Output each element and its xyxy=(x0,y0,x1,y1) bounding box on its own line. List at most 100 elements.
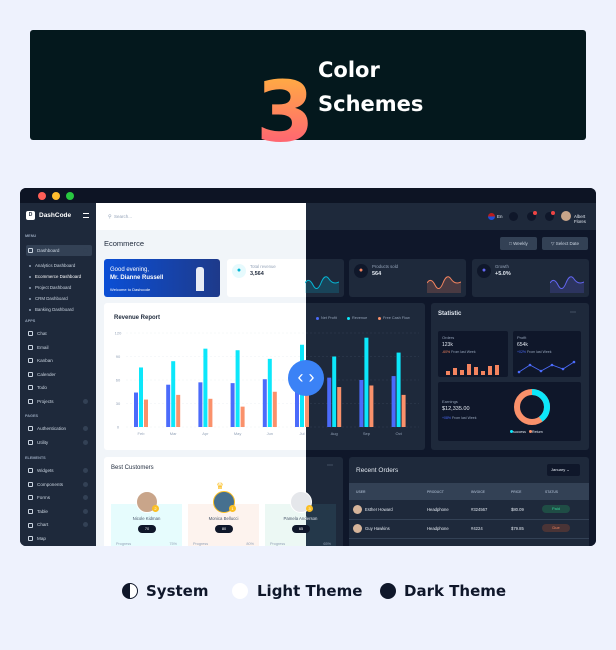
maximize-dot[interactable] xyxy=(66,192,74,200)
minimize-dot[interactable] xyxy=(52,192,60,200)
bar-net-profit-aug[interactable] xyxy=(327,377,332,427)
column-header[interactable]: INVOICE xyxy=(471,490,485,494)
sidebar-item-components[interactable]: Components xyxy=(26,479,92,490)
bar-net-profit-jun[interactable] xyxy=(262,379,267,427)
sidebar-item-forms[interactable]: Forms xyxy=(26,492,92,503)
bar-net-profit-sep[interactable] xyxy=(359,380,364,427)
sidebar-item-chart[interactable]: Chart xyxy=(26,519,92,530)
light-theme-icon[interactable] xyxy=(232,583,248,599)
dark-theme-icon[interactable] xyxy=(380,583,396,599)
progress-label: Progress xyxy=(116,542,132,546)
bar-revenue-apr[interactable] xyxy=(203,348,208,427)
select-date-button[interactable]: ▽ Select Date xyxy=(542,237,588,250)
sidebar-subitem[interactable]: Banking Dashboard xyxy=(29,307,74,312)
stat-card-products-sold: ● Products sold 564 xyxy=(349,259,466,297)
bar-net-profit-feb[interactable] xyxy=(134,392,138,427)
sidebar-item-utility[interactable]: Utility xyxy=(26,437,92,448)
stat-value: +5.0% xyxy=(495,271,511,277)
sidebar-item-todo[interactable]: Todo xyxy=(26,382,92,393)
sidebar-item-table[interactable]: Table xyxy=(26,506,92,517)
sidebar-item-authentication[interactable]: Authentication xyxy=(26,423,92,434)
column-header[interactable]: STATUS xyxy=(545,490,558,494)
system-theme-label[interactable]: System xyxy=(146,582,208,600)
weekly-button[interactable]: □ Weekly xyxy=(500,237,537,250)
bell-badge xyxy=(551,211,555,215)
bar-net-profit-may[interactable] xyxy=(230,383,235,427)
sidebar-item-map[interactable]: Map xyxy=(26,533,92,544)
profit-label: Profit xyxy=(517,335,527,340)
month-select[interactable]: January ⌄ xyxy=(547,464,580,476)
sidebar-item-calender[interactable]: Calender xyxy=(26,369,92,380)
sidebar-item-widgets[interactable]: Widgets xyxy=(26,465,92,476)
sidebar-subitem[interactable]: Project Dashboard xyxy=(29,285,71,290)
dark-theme-label[interactable]: Dark Theme xyxy=(404,582,506,600)
language-selector[interactable]: En xyxy=(497,214,503,219)
bar-net-profit-oct[interactable] xyxy=(391,376,396,427)
user-name[interactable]: Albert Flores xyxy=(574,214,596,224)
greeting-card: Good evening, Mr. Dianne Russell Welcome… xyxy=(104,259,220,297)
search-input[interactable]: Search... xyxy=(114,214,132,219)
sidebar-item-email[interactable]: Email xyxy=(26,342,92,353)
bar-free-cash-flow-sep[interactable] xyxy=(369,385,374,427)
y-tick-label: 0 xyxy=(117,425,120,430)
order-price: $79.85 xyxy=(511,526,524,531)
orders-box: Orders 123k -60% From last Week xyxy=(438,331,508,377)
more-options-icon[interactable]: ⋯ xyxy=(570,309,576,316)
more-options-icon[interactable]: ⋯ xyxy=(327,462,333,469)
bar-free-cash-flow-feb[interactable] xyxy=(144,399,148,427)
bar-revenue-feb[interactable] xyxy=(139,367,143,427)
bar-free-cash-flow-aug[interactable] xyxy=(337,387,342,427)
sidebar-item-label: Widgets xyxy=(37,468,54,473)
legend-label[interactable]: Free Cash Flow xyxy=(383,316,410,320)
bar-revenue-oct[interactable] xyxy=(396,352,401,427)
sparkline-chart xyxy=(550,276,584,293)
avatar[interactable] xyxy=(561,211,571,221)
page-title: Ecommerce xyxy=(104,239,145,248)
bar-net-profit-apr[interactable] xyxy=(198,382,203,427)
bar-free-cash-flow-jun[interactable] xyxy=(272,391,277,427)
system-theme-icon[interactable] xyxy=(122,583,138,599)
close-dot[interactable] xyxy=(38,192,46,200)
bar-revenue-sep[interactable] xyxy=(364,337,369,427)
bar-net-profit-mar[interactable] xyxy=(166,384,171,427)
theme-compare-slider-handle[interactable]: ‹ › xyxy=(288,360,324,396)
earnings-label: Earnings xyxy=(442,399,458,404)
menu-toggle-icon[interactable] xyxy=(83,213,89,218)
column-header[interactable]: PRICE xyxy=(511,490,521,494)
bar-revenue-jun[interactable] xyxy=(267,358,272,427)
earnings-donut-chart xyxy=(514,389,550,425)
legend-label[interactable]: Revenue xyxy=(352,316,367,320)
legend-label[interactable]: Net Profit xyxy=(321,316,337,320)
bar-free-cash-flow-may[interactable] xyxy=(240,406,245,427)
order-price: $80.09 xyxy=(511,507,524,512)
column-header[interactable]: PRODUCT xyxy=(427,490,444,494)
profit-point xyxy=(528,363,532,367)
bar-revenue-may[interactable] xyxy=(235,350,240,427)
sidebar-item-chat[interactable]: Chat xyxy=(26,328,92,339)
legend-marker xyxy=(316,317,319,320)
sidebar-subitem[interactable]: Ecommerce Dashboard xyxy=(29,274,81,279)
bar-revenue-aug[interactable] xyxy=(332,356,337,428)
profit-point xyxy=(539,369,543,373)
progress-value: 75% xyxy=(169,542,177,546)
column-header[interactable]: USER xyxy=(356,490,365,494)
section-pages: PAGES xyxy=(25,414,39,418)
section-menu: MENU xyxy=(25,234,37,238)
customer-name: Nicole Kidman xyxy=(132,516,161,521)
bar-free-cash-flow-oct[interactable] xyxy=(401,394,406,427)
profit-line-chart xyxy=(517,360,576,374)
sidebar-item-dashboard[interactable]: Dashboard xyxy=(26,245,92,256)
chevron-right-icon xyxy=(83,481,88,487)
bar-free-cash-flow-apr[interactable] xyxy=(208,398,213,427)
y-tick-label: 90 xyxy=(116,354,121,359)
sidebar-subitem[interactable]: CRM Dashboard xyxy=(29,296,68,301)
bar-revenue-mar[interactable] xyxy=(171,361,176,427)
sidebar-subitem[interactable]: Analytics Dashboard xyxy=(29,263,75,268)
sidebar-item-projects[interactable]: Projects xyxy=(26,396,92,407)
weekly-label: Weekly xyxy=(513,241,528,246)
light-theme-label[interactable]: Light Theme xyxy=(257,582,362,600)
bar-free-cash-flow-mar[interactable] xyxy=(176,394,181,427)
theme-toggle-icon[interactable] xyxy=(509,212,518,221)
chevron-right-icon xyxy=(83,426,88,431)
sidebar-item-kanban[interactable]: Kanban xyxy=(26,355,92,366)
